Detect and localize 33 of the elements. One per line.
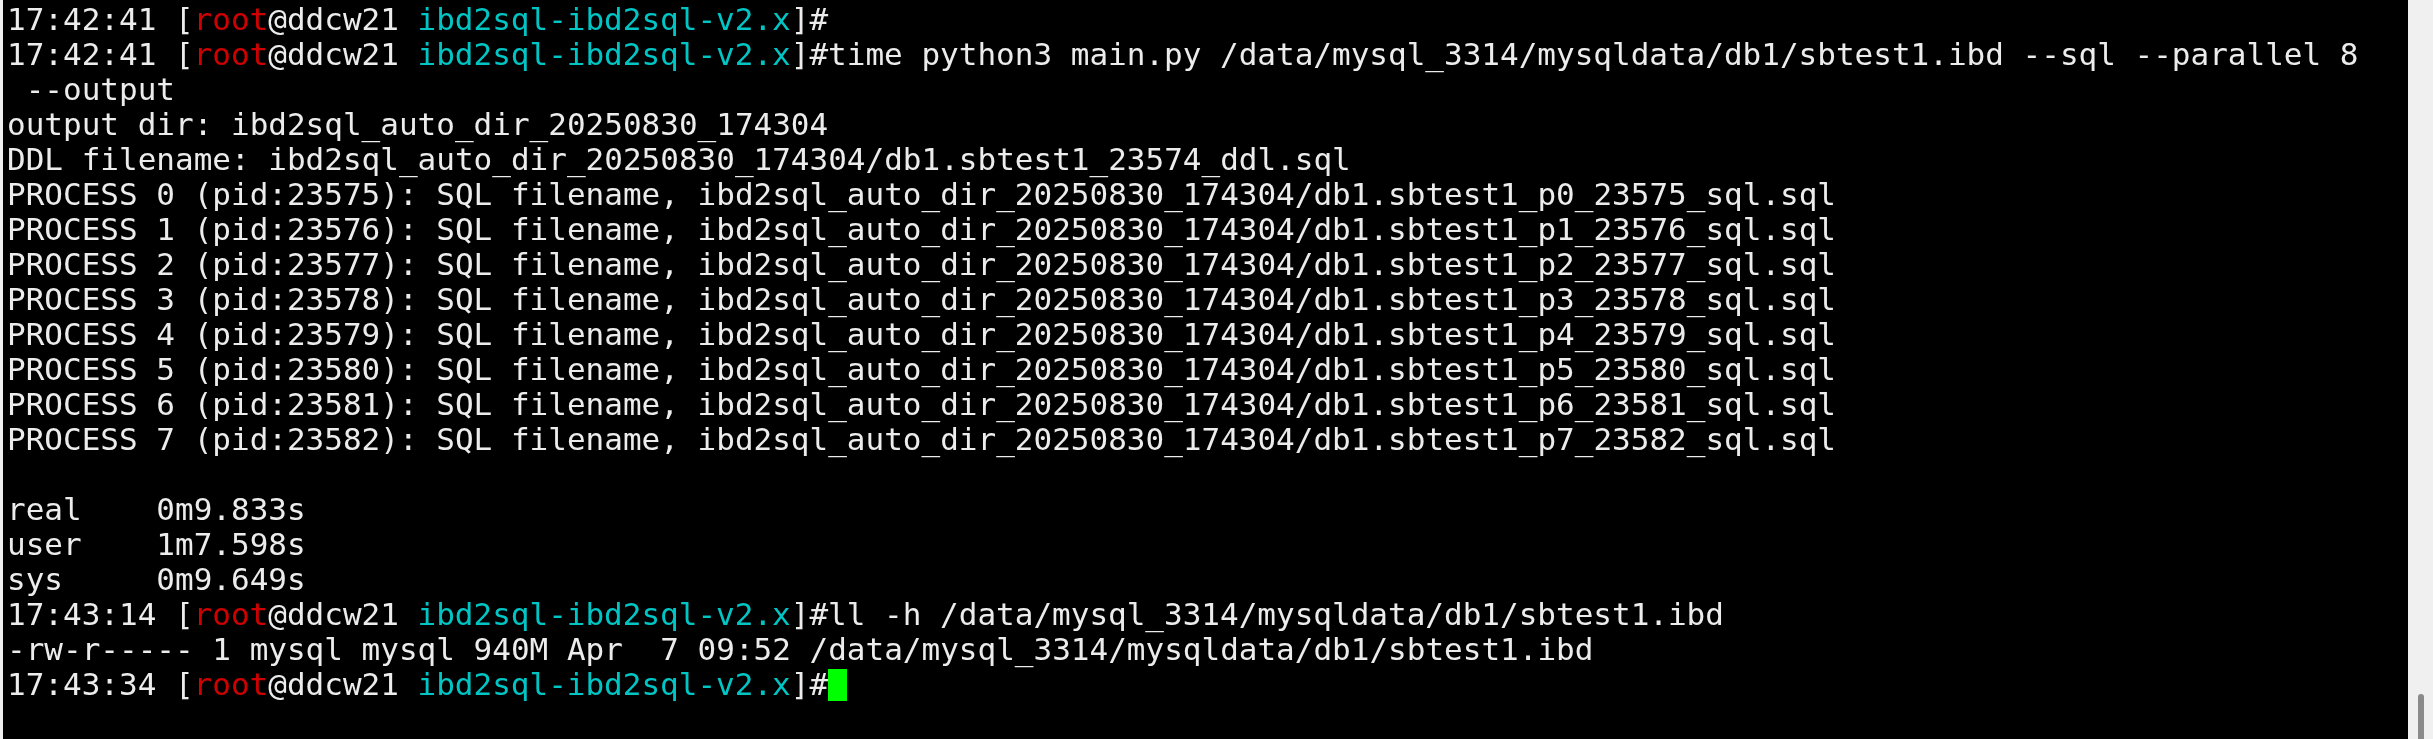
prompt-user: root [193,596,269,632]
prompt-symbol: ]# [790,1,829,37]
prompt-symbol: ]# [790,36,829,72]
output-line: output dir: ibd2sql_auto_dir_20250830_174304 [7,106,829,142]
output-line: real 0m9.833s [7,491,306,527]
prompt-time: 17:42:41 [7,1,157,37]
prompt-bracket: [ [174,666,194,702]
command-text: time python3 main.py /data/mysql_3314/mysqldata/db1/sbtest1.ibd --sql --parallel 8 [828,36,2359,72]
prompt-host: @ddcw21 [268,666,399,702]
prompt-bracket: [ [174,36,194,72]
prompt-user: root [193,36,269,72]
prompt-host: @ddcw21 [268,36,399,72]
prompt-user: root [193,666,269,702]
prompt-directory: ibd2sql-ibd2sql-v2.x [417,1,791,37]
prompt-symbol: ]# [790,596,829,632]
output-line: --output [24,71,175,107]
prompt-bracket: [ [174,596,194,632]
scrollbar-thumb[interactable] [2417,694,2424,739]
output-line: sys 0m9.649s [7,561,306,597]
prompt-symbol: ]# [790,666,829,702]
prompt-directory: ibd2sql-ibd2sql-v2.x [417,666,791,702]
scrollbar[interactable] [2408,0,2433,739]
prompt-user: root [193,1,269,37]
command-text: ll -h /data/mysql_3314/mysqldata/db1/sbtest1.ibd [828,596,1724,632]
prompt-host: @ddcw21 [268,1,399,37]
prompt-host: @ddcw21 [268,596,399,632]
prompt-time: 17:42:41 [7,36,157,72]
prompt-directory: ibd2sql-ibd2sql-v2.x [417,36,791,72]
prompt-directory: ibd2sql-ibd2sql-v2.x [417,596,791,632]
prompt-time: 17:43:34 [7,666,157,702]
prompt-bracket: [ [174,1,194,37]
output-line: user 1m7.598s [7,526,306,562]
prompt-time: 17:43:14 [7,596,157,632]
